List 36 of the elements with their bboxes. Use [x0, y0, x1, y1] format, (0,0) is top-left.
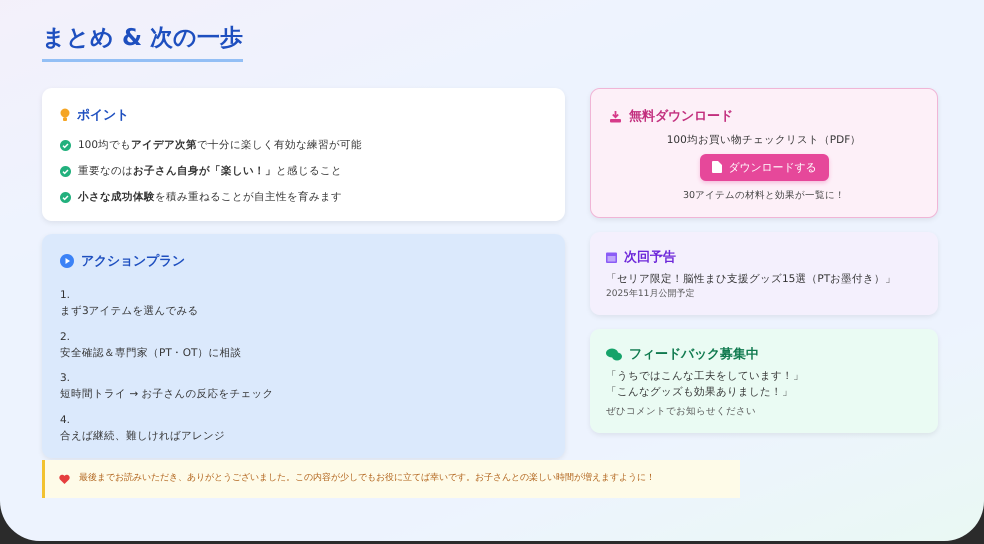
point-text: 100均でもアイデア次第で十分に楽しく有効な練習が可能 [78, 138, 362, 153]
action-plan-heading: アクションプラン [81, 252, 185, 270]
chat-bubbles-icon [606, 348, 622, 361]
pdf-file-icon [712, 161, 722, 174]
check-circle-icon [60, 192, 71, 203]
feedback-note: ぜひコメントでお知らせください [606, 404, 757, 419]
points-heading: ポイント [77, 107, 129, 124]
closing-message: 最後までお読みいただき、ありがとうございました。この内容が少しでもお役に立てば幸いです。お子さんとの楽しい時間が増えますように！ [79, 472, 655, 486]
step-number: 1. [60, 288, 72, 304]
feedback-quote: 「うちではこんな工夫をしています！」 [606, 369, 805, 384]
feedback-heading: フィードバック募集中 [629, 346, 759, 364]
download-note: 30アイテムの材料と効果が一覧に！ [682, 188, 846, 203]
page-title: まとめ & 次の一歩 [42, 22, 244, 62]
play-circle-icon [60, 254, 74, 268]
step-text: 短時間トライ → お子さんの反応をチェック [60, 387, 274, 402]
download-heading: 無料ダウンロード [629, 108, 733, 125]
download-button[interactable]: ダウンロードする [700, 154, 828, 181]
calendar-icon [606, 251, 617, 263]
step-text: 合えば継続、難しければアレンジ [60, 428, 226, 444]
check-circle-icon [60, 166, 71, 178]
step-number: 4. [60, 412, 72, 428]
next-episode-title: 「セリア限定！脳性まひ支援グッズ15選（PTお墨付き）」 [606, 272, 898, 287]
lightbulb-icon [60, 108, 70, 122]
heart-icon [59, 474, 70, 484]
download-icon [609, 110, 622, 122]
check-circle-icon [60, 140, 71, 152]
point-text: 重要なのはお子さん自身が「楽しい！」と感じること [78, 164, 342, 179]
step-number: 3. [60, 371, 72, 386]
point-text: 小さな成功体験を積み重ねることが自主性を育みます [78, 190, 342, 204]
step-text: まず3アイテムを選んでみる [60, 304, 200, 319]
step-number: 2. [60, 330, 72, 345]
checklist-title: 100均お買い物チェックリスト（PDF） [666, 133, 862, 148]
feedback-quote: 「こんなグッズも効果ありました！」 [606, 385, 794, 400]
next-episode-heading: 次回予告 [624, 248, 676, 266]
step-text: 安全確認＆専門家（PT・OT）に相談 [60, 346, 242, 360]
release-date: 2025年11月公開予定 [606, 288, 696, 301]
